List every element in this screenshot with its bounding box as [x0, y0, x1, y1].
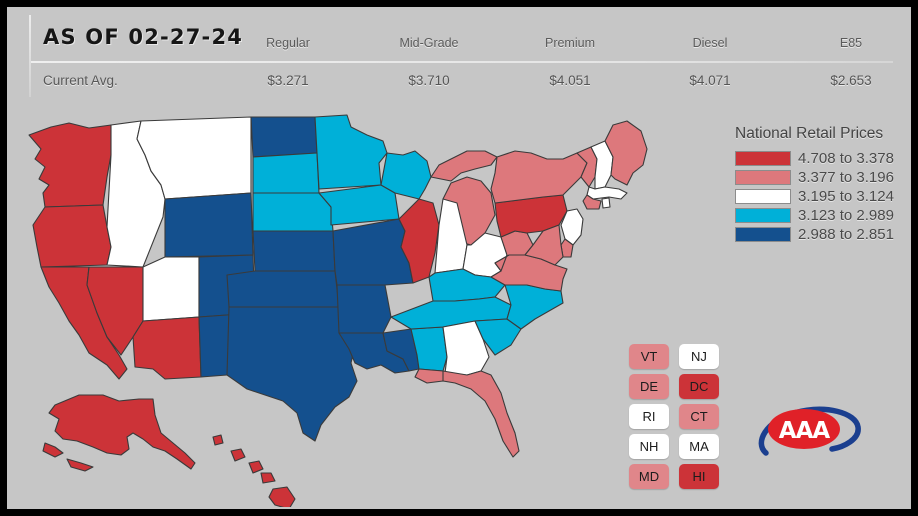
small-state-box-de[interactable]: DE — [629, 374, 669, 399]
us-choropleth-map — [15, 107, 727, 507]
legend-item-1: 3.377 to 3.196 — [735, 168, 905, 187]
price-mid-grade: $3.710 — [408, 73, 450, 88]
state-FL[interactable] — [414, 368, 520, 458]
legend-item-2: 3.195 to 3.124 — [735, 187, 905, 206]
gas-price-map-frame: AS OF 02-27-24 Regular Mid-Grade Premium… — [0, 0, 918, 516]
aaa-logo-svg: AAA — [758, 406, 861, 456]
small-state-box-md[interactable]: MD — [629, 464, 669, 489]
legend-swatch-2 — [735, 189, 791, 204]
state-NC[interactable] — [504, 284, 564, 330]
aaa-wordmark: AAA — [779, 418, 831, 444]
column-header-premium: Premium — [544, 36, 595, 50]
price-premium: $4.051 — [549, 73, 591, 88]
small-state-box-nh[interactable]: NH — [629, 434, 669, 459]
legend-label-1: 3.377 to 3.196 — [798, 169, 894, 186]
state-KS[interactable] — [252, 230, 336, 272]
legend-label-0: 4.708 to 3.378 — [798, 150, 894, 167]
state-MA[interactable] — [586, 186, 628, 200]
state-AZ[interactable] — [132, 316, 202, 380]
small-states-row: DE DC — [629, 374, 719, 399]
small-states-row: VT NJ — [629, 344, 719, 369]
legend-label-4: 2.988 to 2.851 — [798, 226, 894, 243]
small-state-box-ct[interactable]: CT — [679, 404, 719, 429]
legend-item-4: 2.988 to 2.851 — [735, 225, 905, 244]
legend-swatch-0 — [735, 151, 791, 166]
legend-swatch-3 — [735, 208, 791, 223]
state-UT[interactable] — [142, 256, 200, 322]
state-MO[interactable] — [332, 218, 414, 286]
column-header-e85: E85 — [839, 36, 863, 50]
map-legend: National Retail Prices 4.708 to 3.378 3.… — [729, 125, 905, 244]
legend-item-0: 4.708 to 3.378 — [735, 149, 905, 168]
small-state-box-ri[interactable]: RI — [629, 404, 669, 429]
aaa-logo: AAA — [752, 397, 864, 463]
header-bottom-divider — [31, 61, 893, 63]
small-state-box-ma[interactable]: MA — [679, 434, 719, 459]
small-states-row: MD HI — [629, 464, 719, 489]
state-AK[interactable] — [42, 394, 196, 472]
legend-swatch-4 — [735, 227, 791, 242]
small-state-box-nj[interactable]: NJ — [679, 344, 719, 369]
state-RI[interactable] — [601, 197, 611, 209]
state-NE[interactable] — [252, 192, 334, 232]
content-stage: AS OF 02-27-24 Regular Mid-Grade Premium… — [7, 7, 911, 509]
state-OR[interactable] — [32, 204, 112, 268]
price-e85: $2.653 — [830, 73, 872, 88]
as-of-date-label: AS OF 02-27-24 — [43, 25, 244, 49]
state-WY[interactable] — [164, 192, 254, 258]
small-states-grid: VT NJ DE DC RI CT NH MA MD HI — [629, 344, 719, 494]
state-SD[interactable] — [252, 152, 320, 194]
small-states-row: RI CT — [629, 404, 719, 429]
legend-label-3: 3.123 to 2.989 — [798, 207, 894, 224]
state-MN[interactable] — [314, 114, 388, 190]
column-header-diesel: Diesel — [692, 36, 728, 50]
state-ME[interactable] — [604, 120, 648, 186]
state-TX[interactable] — [226, 306, 358, 442]
state-AR[interactable] — [336, 284, 392, 334]
state-OK[interactable] — [226, 270, 340, 308]
legend-label-2: 3.195 to 3.124 — [798, 188, 894, 205]
legend-swatch-1 — [735, 170, 791, 185]
row-label-current-average: Current Avg. — [43, 73, 118, 88]
header-left-divider — [29, 15, 31, 97]
small-states-row: NH MA — [629, 434, 719, 459]
column-header-mid-grade: Mid-Grade — [399, 36, 459, 50]
state-NY[interactable] — [490, 150, 588, 204]
legend-title: National Retail Prices — [735, 125, 884, 142]
price-regular: $3.271 — [267, 73, 309, 88]
small-state-box-vt[interactable]: VT — [629, 344, 669, 369]
state-IA[interactable] — [318, 184, 400, 226]
state-HI[interactable] — [212, 434, 296, 507]
legend-item-3: 3.123 to 2.989 — [735, 206, 905, 225]
price-diesel: $4.071 — [689, 73, 731, 88]
small-state-box-dc[interactable]: DC — [679, 374, 719, 399]
state-WA[interactable] — [28, 122, 112, 208]
small-state-box-hi[interactable]: HI — [679, 464, 719, 489]
column-header-regular: Regular — [266, 36, 310, 50]
price-summary-header: AS OF 02-27-24 Regular Mid-Grade Premium… — [7, 7, 911, 102]
state-ND[interactable] — [250, 116, 318, 158]
